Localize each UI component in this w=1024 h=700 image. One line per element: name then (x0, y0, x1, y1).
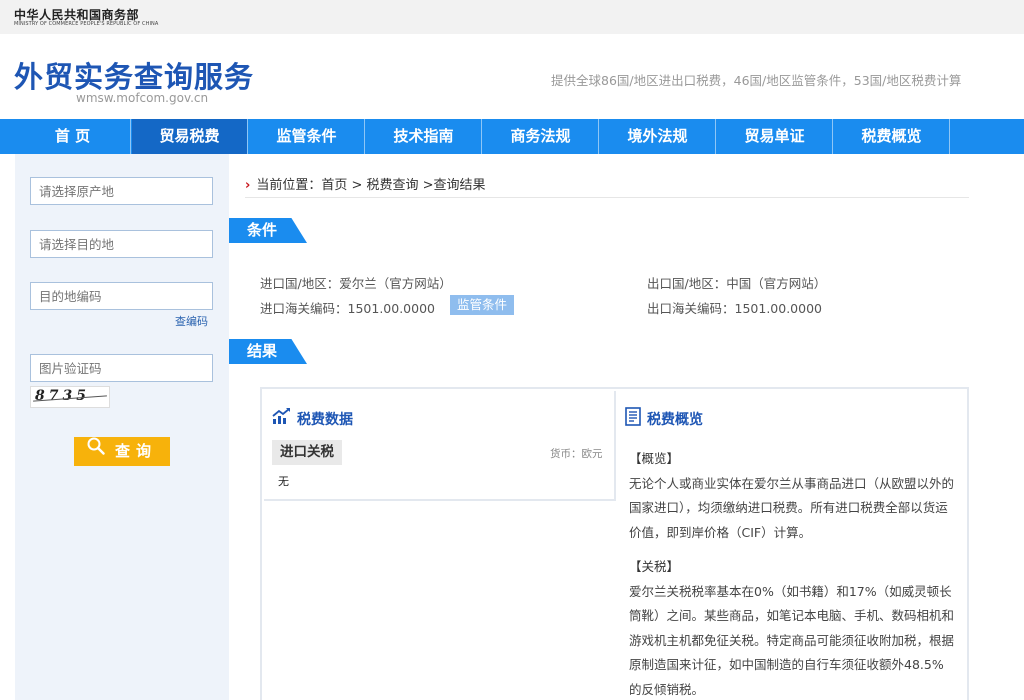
tax-overview-heading: 税费概览 (625, 407, 703, 430)
import-code-value: 1501.00.0000 (347, 301, 435, 316)
import-country-value[interactable]: 爱尔兰（官方网站） (339, 276, 452, 291)
nav-item-trade-tax[interactable]: 贸易税费 (132, 119, 248, 154)
tax-overview-panel: 税费概览 【概览】 无论个人或商业实体在爱尔兰从事商品进口（从欧盟以外的国家进口… (617, 391, 967, 700)
nav-item-trade-docs[interactable]: 贸易单证 (717, 119, 833, 154)
nav-item-tech-guide[interactable]: 技术指南 (366, 119, 482, 154)
import-country: 进口国/地区：爱尔兰（官方网站） (260, 273, 452, 292)
lookup-code-link[interactable]: 查编码 (175, 313, 208, 329)
tariff-heading: 【关税】 (629, 559, 680, 574)
nav-item-regulation[interactable]: 监管条件 (249, 119, 365, 154)
nav-item-commerce-law[interactable]: 商务法规 (483, 119, 599, 154)
export-country-value[interactable]: 中国（官方网站） (726, 276, 826, 291)
nav-item-foreign-law[interactable]: 境外法规 (600, 119, 716, 154)
destination-code-input[interactable] (30, 282, 213, 310)
search-button-label: 查询 (114, 442, 157, 460)
nav-item-home[interactable]: 首 页 (15, 119, 131, 154)
export-code: 出口海关编码：1501.00.0000 (647, 298, 822, 317)
import-tax-value: 无 (278, 475, 289, 488)
export-code-value: 1501.00.0000 (734, 301, 822, 316)
export-country-label: 出口国/地区： (647, 276, 727, 291)
tax-data-heading: 税费数据 (272, 408, 353, 429)
tax-data-panel: 税费数据 进口关税 货币：欧元 无 (264, 391, 616, 501)
main-nav: 首 页 贸易税费 监管条件 技术指南 商务法规 境外法规 贸易单证 税费概览 (0, 119, 1024, 154)
nav-item-tax-overview[interactable]: 税费概览 (834, 119, 950, 154)
export-country: 出口国/地区：中国（官方网站） (647, 273, 826, 292)
captcha-input[interactable] (30, 354, 213, 382)
results-panels: 税费数据 进口关税 货币：欧元 无 税费概览 【概览】 无论个人或商业实体在爱尔… (260, 387, 969, 700)
breadcrumb-prefix: 当前位置： (256, 178, 322, 193)
regulation-button[interactable]: 监管条件 (450, 295, 514, 315)
document-icon (625, 407, 641, 430)
tax-data-title: 税费数据 (297, 412, 353, 428)
ministry-bar: 中华人民共和国商务部 MINISTRY OF COMMERCE PEOPLE'S… (0, 0, 1024, 34)
search-sidebar: 查编码 8735 查询 (15, 154, 229, 700)
search-icon (87, 436, 105, 465)
breadcrumb-path[interactable]: 首页 > 税费查询 >查询结果 (321, 178, 485, 193)
ministry-logo-subtext: MINISTRY OF COMMERCE PEOPLE'S REPUBLIC O… (14, 21, 159, 27)
tariff-text: 爱尔兰关税税率基本在0%（如书籍）和17%（如威灵顿长筒靴）之间。某些商品，如笔… (629, 583, 955, 697)
tax-overview-body: 【概览】 无论个人或商业实体在爱尔兰从事商品进口（从欧盟以外的国家进口），均须缴… (629, 447, 955, 700)
import-country-label: 进口国/地区： (260, 276, 340, 291)
overview-heading: 【概览】 (629, 451, 680, 466)
export-code-label: 出口海关编码： (647, 301, 735, 316)
site-domain: wmsw.mofcom.gov.cn (76, 91, 209, 105)
site-title[interactable]: 外贸实务查询服务 (14, 54, 254, 96)
chart-trend-icon (272, 408, 291, 429)
results-tag: 结果 (229, 339, 307, 364)
tax-overview-title: 税费概览 (647, 412, 703, 428)
origin-select[interactable] (30, 177, 213, 205)
breadcrumb-arrow-icon: › (245, 178, 251, 193)
overview-text: 无论个人或商业实体在爱尔兰从事商品进口（从欧盟以外的国家进口），均须缴纳进口税费… (629, 475, 955, 540)
site-tagline: 提供全球86国/地区进出口税费，46国/地区监管条件，53国/地区税费计算 (551, 73, 962, 88)
import-code: 进口海关编码：1501.00.0000 (260, 298, 435, 317)
captcha-image[interactable]: 8735 (30, 386, 110, 408)
conditions-tag: 条件 (229, 218, 307, 243)
import-tax-tab[interactable]: 进口关税 (272, 440, 342, 465)
currency-label: 货币：欧元 (550, 448, 603, 460)
search-button[interactable]: 查询 (74, 437, 170, 466)
import-code-label: 进口海关编码： (260, 301, 348, 316)
breadcrumb: › 当前位置：首页 > 税费查询 >查询结果 (245, 174, 969, 198)
destination-select[interactable] (30, 230, 213, 258)
